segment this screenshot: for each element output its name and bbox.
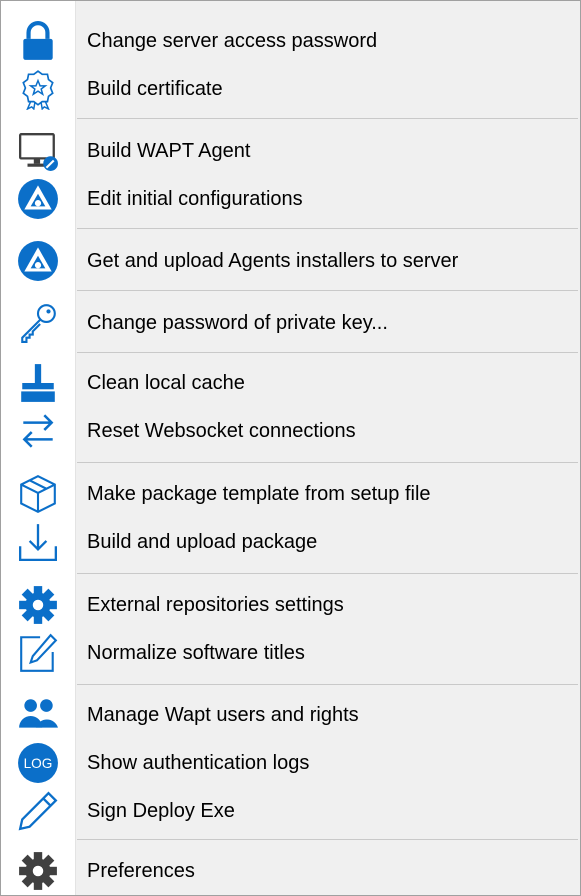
menu-separator (77, 839, 578, 840)
menu-separator (77, 118, 578, 119)
menu-item-label: Build WAPT Agent (87, 139, 251, 162)
menu-separator (77, 352, 578, 353)
menu-separator (77, 573, 578, 574)
menu-item-sign-deploy-exe[interactable]: Sign Deploy Exe (1, 787, 580, 835)
menu-item-label: Build and upload package (87, 530, 318, 553)
box-icon (15, 471, 61, 517)
menu-item-get-upload-agents-installers[interactable]: Get and upload Agents installers to serv… (1, 237, 580, 285)
menu-item-label: Preferences (87, 859, 195, 882)
menu-separator (77, 462, 578, 463)
lock-icon (15, 18, 61, 64)
menu-item-label: Show authentication logs (87, 751, 310, 774)
menu-item-label: External repositories settings (87, 593, 344, 616)
menu-item-build-upload-package[interactable]: Build and upload package (1, 518, 580, 566)
menu-item-build-certificate[interactable]: Build certificate (1, 65, 580, 113)
menu-item-edit-initial-configurations[interactable]: Edit initial configurations (1, 175, 580, 223)
menu-item-label: Change server access password (87, 29, 378, 52)
menu-item-preferences[interactable]: Preferences (1, 847, 580, 895)
menu-item-normalize-software-titles[interactable]: Normalize software titles (1, 629, 580, 677)
menu-item-label: Manage Wapt users and rights (87, 703, 359, 726)
menu-item-label: Make package template from setup file (87, 482, 431, 505)
download-tray-icon (15, 519, 61, 565)
menu-item-external-repositories-settings[interactable]: External repositories settings (1, 581, 580, 629)
broom-icon (15, 360, 61, 406)
menu-separator (77, 228, 578, 229)
menu-item-change-private-key-password[interactable]: Change password of private key... (1, 299, 580, 347)
menu-item-label: Build certificate (87, 77, 223, 100)
menu-item-clean-local-cache[interactable]: Clean local cache (1, 359, 580, 407)
menu-item-manage-wapt-users[interactable]: Manage Wapt users and rights (1, 691, 580, 739)
gear-icon (15, 848, 61, 894)
menu-item-make-package-template[interactable]: Make package template from setup file (1, 470, 580, 518)
menu-item-label: Clean local cache (87, 371, 245, 394)
log-icon: LOG (15, 740, 61, 786)
menu-item-label: Normalize software titles (87, 641, 305, 664)
log-icon-text: LOG (24, 756, 53, 771)
menu-separator (77, 290, 578, 291)
menu-item-label: Change password of private key... (87, 311, 388, 334)
menu-item-show-authentication-logs[interactable]: LOG Show authentication logs (1, 739, 580, 787)
monitor-icon (15, 128, 61, 174)
arrows-exchange-icon (15, 408, 61, 454)
users-icon (15, 692, 61, 738)
certificate-icon (15, 66, 61, 112)
key-icon (15, 300, 61, 346)
menu-item-label: Edit initial configurations (87, 187, 303, 210)
menu-item-label: Reset Websocket connections (87, 419, 356, 442)
context-menu: Change server access password Build cert… (0, 0, 581, 896)
wapt-logo-icon (15, 176, 61, 222)
pencil-icon (15, 788, 61, 834)
menu-item-label: Get and upload Agents installers to serv… (87, 249, 459, 272)
edit-icon (15, 630, 61, 676)
gear-icon (15, 582, 61, 628)
menu-item-build-wapt-agent[interactable]: Build WAPT Agent (1, 127, 580, 175)
menu-item-reset-websocket-connections[interactable]: Reset Websocket connections (1, 407, 580, 455)
menu-item-label: Sign Deploy Exe (87, 799, 235, 822)
menu-separator (77, 684, 578, 685)
menu-item-change-server-access-password[interactable]: Change server access password (1, 17, 580, 65)
wapt-logo-icon (15, 238, 61, 284)
